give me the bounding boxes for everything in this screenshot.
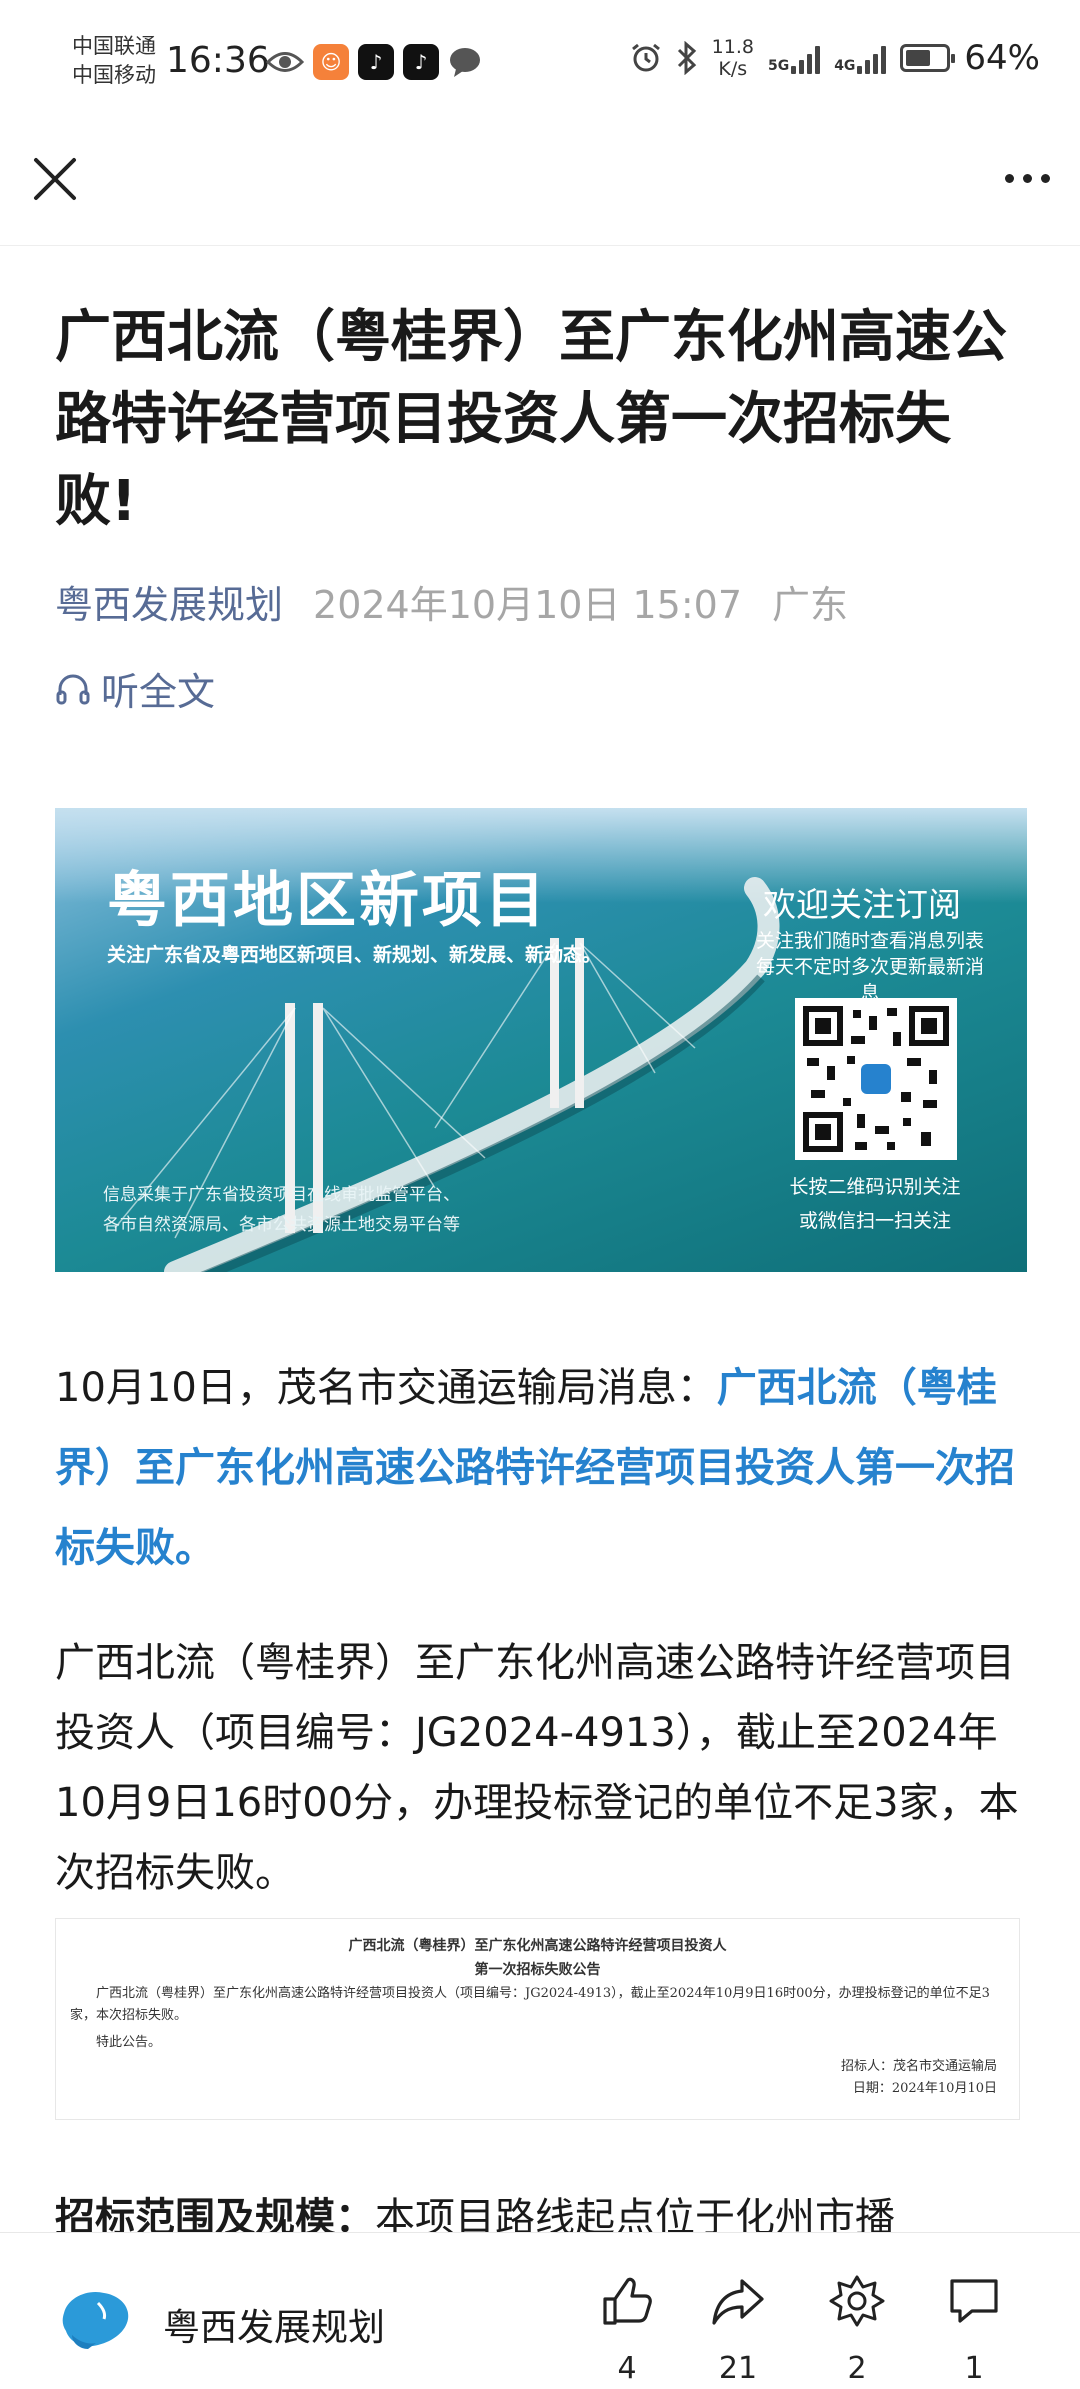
- banner-subtitle: 关注广东省及粤西地区新项目、新规划、新发展、新动态。: [107, 944, 602, 966]
- chat-bubble-icon: [450, 48, 480, 77]
- banner-image[interactable]: 粤西地区新项目 关注广东省及粤西地区新项目、新规划、新发展、新动态。 信息采集于…: [55, 808, 1027, 1272]
- banner-footer: 信息采集于广东省投资项目在线审批监管平台、 各市自然资源局、各市公共资源土地交易…: [103, 1180, 460, 1240]
- carrier-1: 中国联通: [72, 34, 156, 58]
- lead-prefix: 10月10日，茂名市交通运输局消息：: [55, 1365, 717, 1411]
- like-button[interactable]: 4: [582, 2273, 672, 2386]
- eye-icon: [266, 52, 304, 72]
- signal-2: 4G: [834, 42, 887, 74]
- alarm-icon: [631, 43, 660, 72]
- banner-note-line: 关注我们随时查看消息列表: [755, 930, 984, 952]
- banner-scan-line: 或微信扫一扫关注: [798, 1210, 951, 1232]
- carrier-labels: 中国联通 中国移动: [72, 32, 156, 90]
- close-icon[interactable]: [30, 154, 80, 204]
- net-type-2: 4G: [834, 58, 856, 74]
- like-count: 4: [617, 2351, 637, 2386]
- status-time: 16:36: [166, 40, 270, 81]
- publish-location: 广东: [772, 583, 849, 627]
- article-meta: 粤西发展规划 2024年10月10日 15:07 广东: [55, 579, 1027, 631]
- notice-image[interactable]: 广西北流（粤桂界）至广东化州高速公路特许经营项目投资人 第一次招标失败公告 广西…: [55, 1918, 1020, 2120]
- net-speed-unit: K/s: [718, 58, 748, 80]
- recommend-count: 2: [847, 2351, 867, 2386]
- comment-button[interactable]: 1: [929, 2273, 1019, 2386]
- account-name[interactable]: 粤西发展规划: [163, 2297, 385, 2351]
- account-avatar-icon[interactable]: [58, 2283, 134, 2351]
- notice-special: 特此公告。: [96, 2035, 162, 2050]
- author-link[interactable]: 粤西发展规划: [55, 579, 283, 631]
- battery-icon: [900, 44, 956, 72]
- share-icon: [712, 2279, 764, 2325]
- net-speed-value: 11.8: [711, 36, 754, 58]
- net-speed: 11.8 K/s: [712, 36, 754, 80]
- recommend-icon: [829, 2275, 885, 2327]
- top-nav-bar: [0, 130, 1080, 246]
- banner-footer-line: 信息采集于广东省投资项目在线审批监管平台、: [103, 1185, 460, 1205]
- article-header: 广西北流（粤桂界）至广东化州高速公路特许经营项目投资人第一次招标失败! 粤西发展…: [55, 245, 1027, 716]
- comment-icon: [950, 2279, 998, 2323]
- banner-note: 关注我们随时查看消息列表 每天不定时多次更新最新消息: [755, 928, 985, 1006]
- taobao-icon: ☺: [313, 44, 349, 80]
- tiktok-icon: ♪: [358, 44, 394, 80]
- carrier-2: 中国移动: [72, 63, 156, 87]
- banner-footer-line: 各市自然资源局、各市公共资源土地交易平台等: [103, 1215, 460, 1235]
- publish-date: 2024年10月10日 15:07: [313, 583, 743, 627]
- lead-paragraph: 10月10日，茂名市交通运输局消息：广西北流（粤桂界）至广东化州高速公路特许经营…: [55, 1348, 1030, 1588]
- tiktok-icon: ♪: [403, 44, 439, 80]
- notice-signer: 招标人：茂名市交通运输局: [840, 2059, 997, 2074]
- battery-percent: 64%: [964, 38, 1040, 78]
- notice-title: 广西北流（粤桂界）至广东化州高速公路特许经营项目投资人: [348, 1938, 727, 1954]
- bluetooth-icon: [677, 41, 696, 75]
- recommend-button[interactable]: 2: [812, 2273, 902, 2386]
- listen-label: 听全文: [101, 670, 216, 714]
- notice-subtitle: 第一次招标失败公告: [474, 1962, 601, 1978]
- net-type-1: 5G: [767, 58, 790, 74]
- bottom-bar: 粤西发展规划 4 21 2 1: [0, 2232, 1080, 2389]
- listen-button[interactable]: 听全文: [55, 661, 1027, 716]
- status-bar: 中国联通 中国移动 16:36 ☺ ♪ ♪ 11.8 K/s 5G 4G 64%: [0, 0, 1080, 130]
- banner-scan-hint: 长按二维码识别关注 或微信扫一扫关注: [755, 1170, 995, 1238]
- system-status: 11.8 K/s 5G 4G 64%: [630, 36, 1040, 80]
- headphone-icon: [56, 674, 90, 704]
- article-title: 广西北流（粤桂界）至广东化州高速公路特许经营项目投资人第一次招标失败!: [55, 305, 1007, 534]
- signal-1: 5G: [767, 42, 821, 74]
- share-button[interactable]: 21: [693, 2273, 783, 2386]
- notice-body: 广西北流（粤桂界）至广东化州高速公路特许经营项目投资人（项目编号：JG2024-…: [70, 1986, 990, 2023]
- qr-code-icon[interactable]: [795, 998, 957, 1160]
- banner-title: 粤西地区新项目: [107, 866, 548, 936]
- signal-bars-icon: [791, 42, 821, 74]
- banner-welcome: 欢迎关注订阅: [763, 885, 961, 924]
- thumbs-up-icon: [603, 2277, 652, 2325]
- banner-scan-line: 长按二维码识别关注: [789, 1176, 961, 1198]
- signal-bars-icon: [857, 42, 887, 74]
- notification-icons: ☺ ♪ ♪: [266, 44, 482, 80]
- body-paragraph: 广西北流（粤桂界）至广东化州高速公路特许经营项目投资人（项目编号：JG2024-…: [55, 1640, 1019, 1896]
- notice-date: 日期：2024年10月10日: [852, 2081, 997, 2096]
- share-count: 21: [718, 2351, 758, 2386]
- more-icon[interactable]: [1005, 174, 1050, 183]
- comment-count: 1: [964, 2351, 984, 2386]
